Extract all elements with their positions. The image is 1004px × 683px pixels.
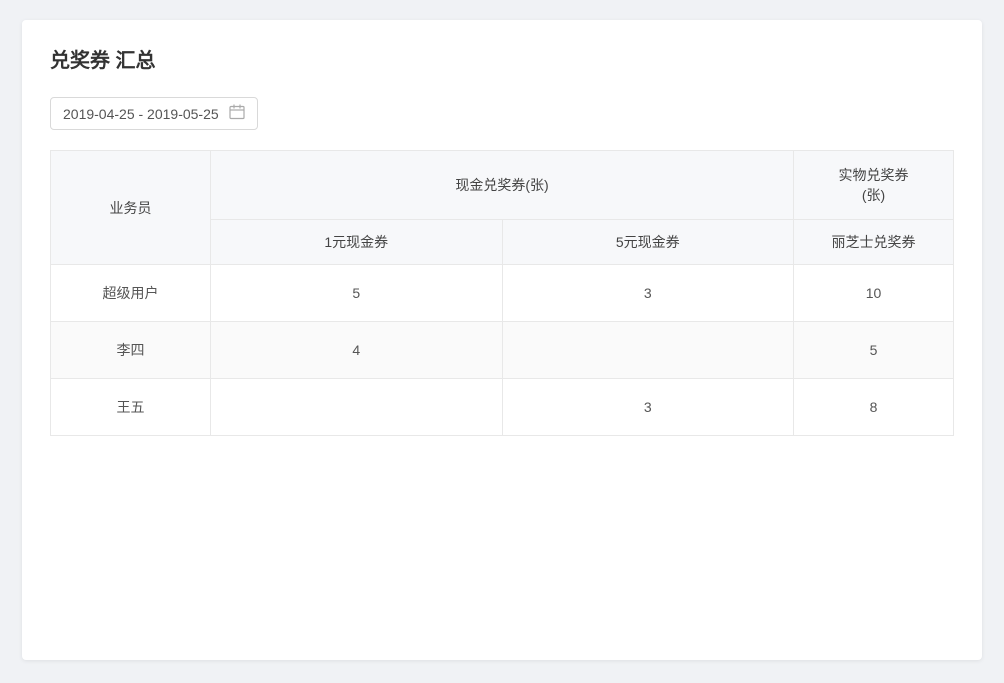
page-title: 兑奖券 汇总	[50, 44, 954, 73]
th-salesperson: 业务员	[51, 151, 211, 265]
date-range-value: 2019-04-25 - 2019-05-25	[63, 106, 219, 122]
cell-cash-5yuan: 3	[502, 379, 794, 436]
table-row: 李四4 5	[51, 322, 954, 379]
date-range-wrapper: 2019-04-25 - 2019-05-25	[50, 97, 954, 130]
th-cash-coupons: 现金兑奖券(张)	[211, 151, 794, 220]
cell-cash-1yuan	[211, 379, 503, 436]
main-card: 兑奖券 汇总 2019-04-25 - 2019-05-25 业务员 现金兑奖券…	[22, 20, 982, 660]
cell-lizishi: 10	[794, 265, 954, 322]
calendar-icon	[229, 104, 245, 123]
cell-cash-1yuan: 5	[211, 265, 503, 322]
th-physical-coupons: 实物兑奖券 (张)	[794, 151, 954, 220]
cell-cash-1yuan: 4	[211, 322, 503, 379]
th-cash-1yuan: 1元现金券	[211, 220, 503, 265]
cell-salesperson: 超级用户	[51, 265, 211, 322]
cell-cash-5yuan: 3	[502, 265, 794, 322]
cell-lizishi: 8	[794, 379, 954, 436]
summary-table: 业务员 现金兑奖券(张) 实物兑奖券 (张) 1元现金券 5元现金券 丽芝士兑奖…	[50, 150, 954, 436]
cell-salesperson: 李四	[51, 322, 211, 379]
cell-lizishi: 5	[794, 322, 954, 379]
table-row: 王五 38	[51, 379, 954, 436]
date-range-picker[interactable]: 2019-04-25 - 2019-05-25	[50, 97, 258, 130]
table-row: 超级用户5310	[51, 265, 954, 322]
th-cash-5yuan: 5元现金券	[502, 220, 794, 265]
cell-cash-5yuan	[502, 322, 794, 379]
th-lizishi: 丽芝士兑奖券	[794, 220, 954, 265]
cell-salesperson: 王五	[51, 379, 211, 436]
